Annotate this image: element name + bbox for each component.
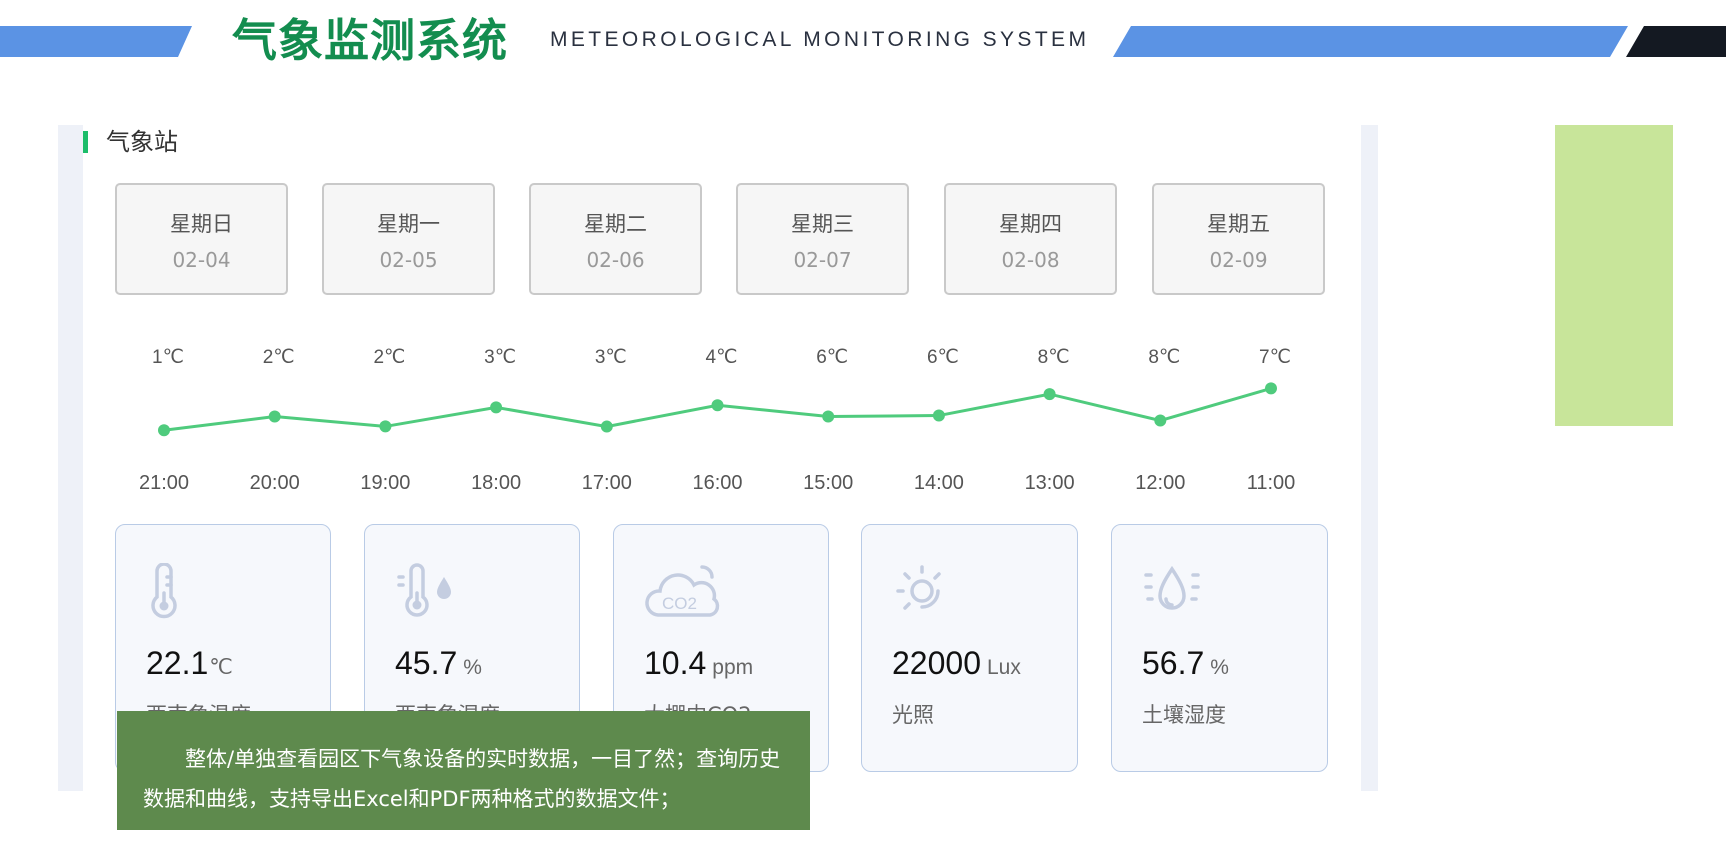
temperature-value-label: 1℃ [152, 347, 184, 368]
temperature-point[interactable] [268, 410, 281, 423]
temperature-value-label: 6℃ [816, 347, 848, 368]
humidity-thermometer-icon [397, 563, 451, 617]
metric-value-row: 22000 Lux [892, 645, 1021, 682]
day-name: 星期五 [1207, 212, 1270, 236]
metric-unit: % [463, 656, 482, 679]
page-title: 气象监测系统 [232, 14, 509, 67]
temperature-value-label: 3℃ [595, 347, 627, 368]
day-name: 星期三 [791, 212, 854, 236]
page-subtitle: METEOROLOGICAL MONITORING SYSTEM [550, 28, 1090, 51]
hour-tick-label: 18:00 [471, 472, 521, 494]
hour-tick-label: 16:00 [692, 472, 742, 494]
temperature-value-label: 3℃ [484, 347, 516, 368]
temperature-value-label: 8℃ [1148, 347, 1180, 368]
temperature-point[interactable] [822, 410, 835, 423]
day-card-tuesday[interactable]: 星期二 02-06 [529, 183, 702, 295]
hour-tick-label: 21:00 [139, 472, 189, 494]
sun-icon [896, 565, 941, 610]
day-card-friday[interactable]: 星期五 02-09 [1152, 183, 1325, 295]
metric-value-row: 56.7% [1142, 645, 1229, 682]
temperature-value-label: 8℃ [1038, 347, 1070, 368]
side-decoration-block [1555, 125, 1673, 426]
temperature-point[interactable] [1043, 388, 1056, 401]
hour-tick-label: 11:00 [1247, 472, 1296, 494]
day-name: 星期一 [377, 212, 440, 236]
metric-unit: ppm [712, 656, 754, 679]
header-right-stripe [1113, 26, 1628, 57]
metric-unit: ℃ [209, 656, 233, 679]
day-date: 02-08 [1001, 248, 1060, 272]
temperature-value-label: 6℃ [927, 347, 959, 368]
hour-tick-label: 13:00 [1025, 472, 1075, 494]
description-note: 整体/单独查看园区下气象设备的实时数据，一目了然；查询历史数据和曲线，支持导出E… [117, 711, 810, 830]
hour-tick-label: 19:00 [360, 472, 410, 494]
day-card-thursday[interactable]: 星期四 02-08 [944, 183, 1117, 295]
metric-value: 45.7 [395, 645, 458, 681]
metric-label: 光照 [892, 703, 934, 727]
day-date: 02-04 [172, 248, 231, 272]
temperature-point[interactable] [158, 424, 170, 437]
temperature-point[interactable] [379, 420, 392, 433]
temperature-line-chart: 1℃ 21:00 2℃ 20:00 2℃ 19:00 3℃ 18:00 3℃ 17:00 4℃ 16:… [139, 347, 1296, 494]
temperature-point[interactable] [932, 409, 945, 422]
metric-label: 土壤湿度 [1142, 703, 1226, 727]
hour-tick-label: 12:00 [1135, 472, 1185, 494]
header-dark-stripe [1626, 26, 1726, 57]
metric-card-soil-moisture[interactable]: 56.7% 土壤湿度 [1111, 524, 1328, 772]
metric-unit: % [1210, 656, 1229, 679]
temperature-value-label: 7℃ [1259, 347, 1291, 368]
temperature-value-label: 2℃ [373, 347, 405, 368]
svg-text:CO2: CO2 [662, 594, 697, 613]
metric-card-light[interactable]: 22000 Lux 光照 [861, 524, 1078, 772]
day-card-wednesday[interactable]: 星期三 02-07 [736, 183, 909, 295]
temperature-value-label: 4℃ [706, 347, 738, 368]
hour-tick-label: 20:00 [250, 472, 300, 494]
day-card-monday[interactable]: 星期一 02-05 [322, 183, 495, 295]
co2-cloud-icon: CO2 [645, 565, 720, 617]
temperature-value-label: 2℃ [263, 347, 295, 368]
temperature-point[interactable] [1154, 414, 1167, 427]
metric-value: 22.1 [146, 645, 209, 681]
day-date: 02-07 [793, 248, 852, 272]
hour-tick-label: 15:00 [803, 472, 853, 494]
day-date: 02-05 [379, 248, 438, 272]
temperature-point[interactable] [490, 401, 503, 414]
temperature-point[interactable] [711, 399, 724, 412]
day-name: 星期二 [584, 212, 647, 236]
hour-tick-label: 14:00 [914, 472, 964, 494]
temperature-point[interactable] [600, 420, 613, 433]
header-left-stripe [0, 26, 192, 57]
day-card-sunday[interactable]: 星期日 02-04 [115, 183, 288, 295]
day-name: 星期四 [999, 212, 1062, 236]
day-name: 星期日 [170, 212, 233, 236]
day-date: 02-06 [586, 248, 645, 272]
day-date: 02-09 [1209, 248, 1268, 272]
metric-value: 56.7 [1142, 645, 1205, 681]
hour-tick-label: 17:00 [582, 472, 632, 494]
metric-value-row: 45.7% [395, 645, 482, 682]
soil-moisture-icon [1144, 565, 1200, 610]
temperature-point[interactable] [1265, 382, 1277, 395]
metric-value: 22000 [892, 645, 981, 681]
metric-unit: Lux [986, 656, 1021, 679]
metric-value-row: 10.4 ppm [644, 645, 753, 682]
metric-value-row: 22.1℃ [146, 645, 233, 682]
thermometer-icon [151, 563, 177, 619]
panel-title: 气象站 [106, 128, 178, 156]
metric-value: 10.4 [644, 645, 707, 681]
panel-title-accent [83, 131, 88, 153]
